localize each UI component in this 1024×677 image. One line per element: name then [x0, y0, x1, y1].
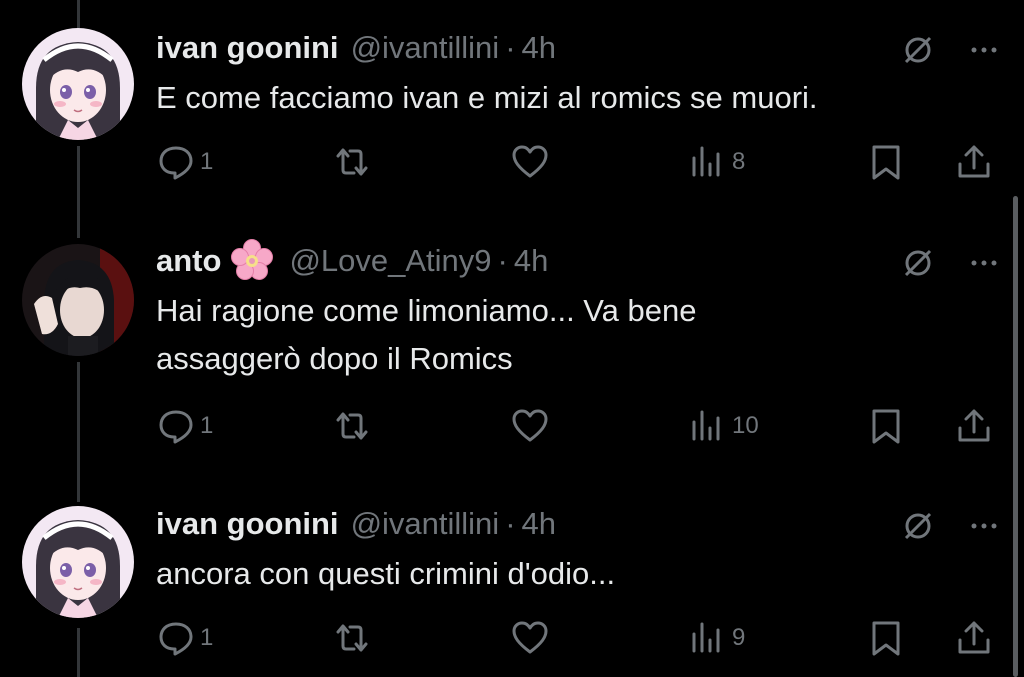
retweet-button[interactable] — [332, 142, 372, 182]
tweet-top-icons — [900, 245, 1002, 281]
bookmark-button[interactable] — [866, 142, 906, 182]
timestamp[interactable]: 4h — [514, 241, 548, 281]
user-handle[interactable]: @ivantillini — [351, 28, 500, 68]
cherry-blossom-icon — [229, 239, 277, 281]
user-handle[interactable]: @Love_Atiny9 — [289, 241, 491, 281]
separator-dot: · — [505, 30, 516, 65]
retweet-button[interactable] — [332, 406, 372, 446]
display-name[interactable]: ivan goonini — [156, 504, 339, 544]
display-name[interactable]: anto — [156, 241, 221, 281]
more-options-icon[interactable] — [966, 508, 1002, 544]
share-icon — [958, 621, 990, 654]
retweet-icon — [336, 624, 368, 652]
anime-girl-avatar-image — [22, 28, 134, 140]
thread-line — [77, 362, 80, 502]
bookmark-button[interactable] — [866, 618, 906, 658]
reply-icon — [159, 622, 193, 656]
more-options-icon[interactable] — [966, 245, 1002, 281]
action-bar: 1 8 — [156, 142, 1004, 186]
separator-dot: · — [505, 506, 516, 541]
views-icon — [692, 622, 720, 653]
views-button[interactable]: 10 — [688, 406, 759, 446]
avatar[interactable] — [22, 244, 134, 356]
views-icon — [692, 146, 720, 177]
like-button[interactable] — [510, 406, 550, 446]
separator-dot: · — [497, 243, 508, 278]
reply-icon — [159, 146, 193, 180]
tweet-top-icons — [900, 508, 1002, 544]
user-handle[interactable]: @ivantillini — [351, 504, 500, 544]
grok-icon[interactable] — [900, 508, 936, 544]
views-button[interactable]: 8 — [688, 142, 745, 182]
view-count: 9 — [732, 624, 746, 651]
bookmark-icon — [872, 145, 900, 180]
action-bar: 1 10 — [156, 406, 1004, 450]
like-button[interactable] — [510, 618, 550, 658]
view-count: 10 — [732, 412, 759, 439]
reply-count: 1 — [200, 624, 214, 651]
view-count: 8 — [732, 148, 746, 175]
reply-icon — [159, 410, 193, 444]
share-icon — [958, 145, 990, 178]
bookmark-icon — [872, 621, 900, 656]
heart-icon — [512, 145, 548, 178]
tweet-text-line: assaggerò dopo il Romics — [156, 341, 513, 376]
retweet-icon — [336, 412, 368, 440]
thread-line — [77, 628, 80, 677]
reply-button[interactable]: 1 — [156, 618, 213, 658]
avatar[interactable] — [22, 28, 134, 140]
grok-icon[interactable] — [900, 32, 936, 68]
anime-girl-avatar-image — [22, 506, 134, 618]
share-icon — [958, 409, 990, 442]
tweet-text-line: ancora con questi crimini d'odio... — [156, 556, 616, 591]
more-options-icon[interactable] — [966, 32, 1002, 68]
share-button[interactable] — [954, 618, 994, 658]
share-button[interactable] — [954, 406, 994, 446]
thread-line — [77, 0, 80, 28]
reply-button[interactable]: 1 — [156, 406, 213, 446]
tweet-header: ivan goonini @ivantillini · 4h — [156, 28, 556, 68]
like-button[interactable] — [510, 142, 550, 182]
tweet-text-line: E come facciamo ivan e mizi al romics se… — [156, 80, 818, 115]
photo-avatar-image — [22, 244, 134, 356]
grok-icon[interactable] — [900, 245, 936, 281]
tweet-text-line: Hai ragione come limoniamo... Va bene — [156, 293, 697, 328]
views-icon — [692, 410, 720, 441]
timestamp[interactable]: 4h — [522, 504, 556, 544]
tweet-header: ivan goonini @ivantillini · 4h — [156, 504, 556, 544]
display-name[interactable]: ivan goonini — [156, 28, 339, 68]
action-bar: 1 9 — [156, 618, 1004, 662]
avatar[interactable] — [22, 506, 134, 618]
retweet-button[interactable] — [332, 618, 372, 658]
timestamp[interactable]: 4h — [522, 28, 556, 68]
reply-count: 1 — [200, 412, 214, 439]
tweet-text: E come facciamo ivan e mizi al romics se… — [156, 74, 996, 122]
tweet-header: anto @Love_Atiny9 · 4h — [156, 239, 548, 281]
retweet-icon — [336, 148, 368, 176]
reply-button[interactable]: 1 — [156, 142, 213, 182]
bookmark-icon — [872, 409, 900, 444]
tweet-text: Hai ragione come limoniamo... Va bene as… — [156, 287, 996, 383]
share-button[interactable] — [954, 142, 994, 182]
heart-icon — [512, 621, 548, 654]
thread-line — [77, 146, 80, 238]
tweet-top-icons — [900, 32, 1002, 68]
bookmark-button[interactable] — [866, 406, 906, 446]
tweet-text: ancora con questi crimini d'odio... — [156, 550, 996, 598]
views-button[interactable]: 9 — [688, 618, 745, 658]
heart-icon — [512, 409, 548, 442]
reply-count: 1 — [200, 148, 214, 175]
scrollbar[interactable] — [1013, 196, 1018, 677]
